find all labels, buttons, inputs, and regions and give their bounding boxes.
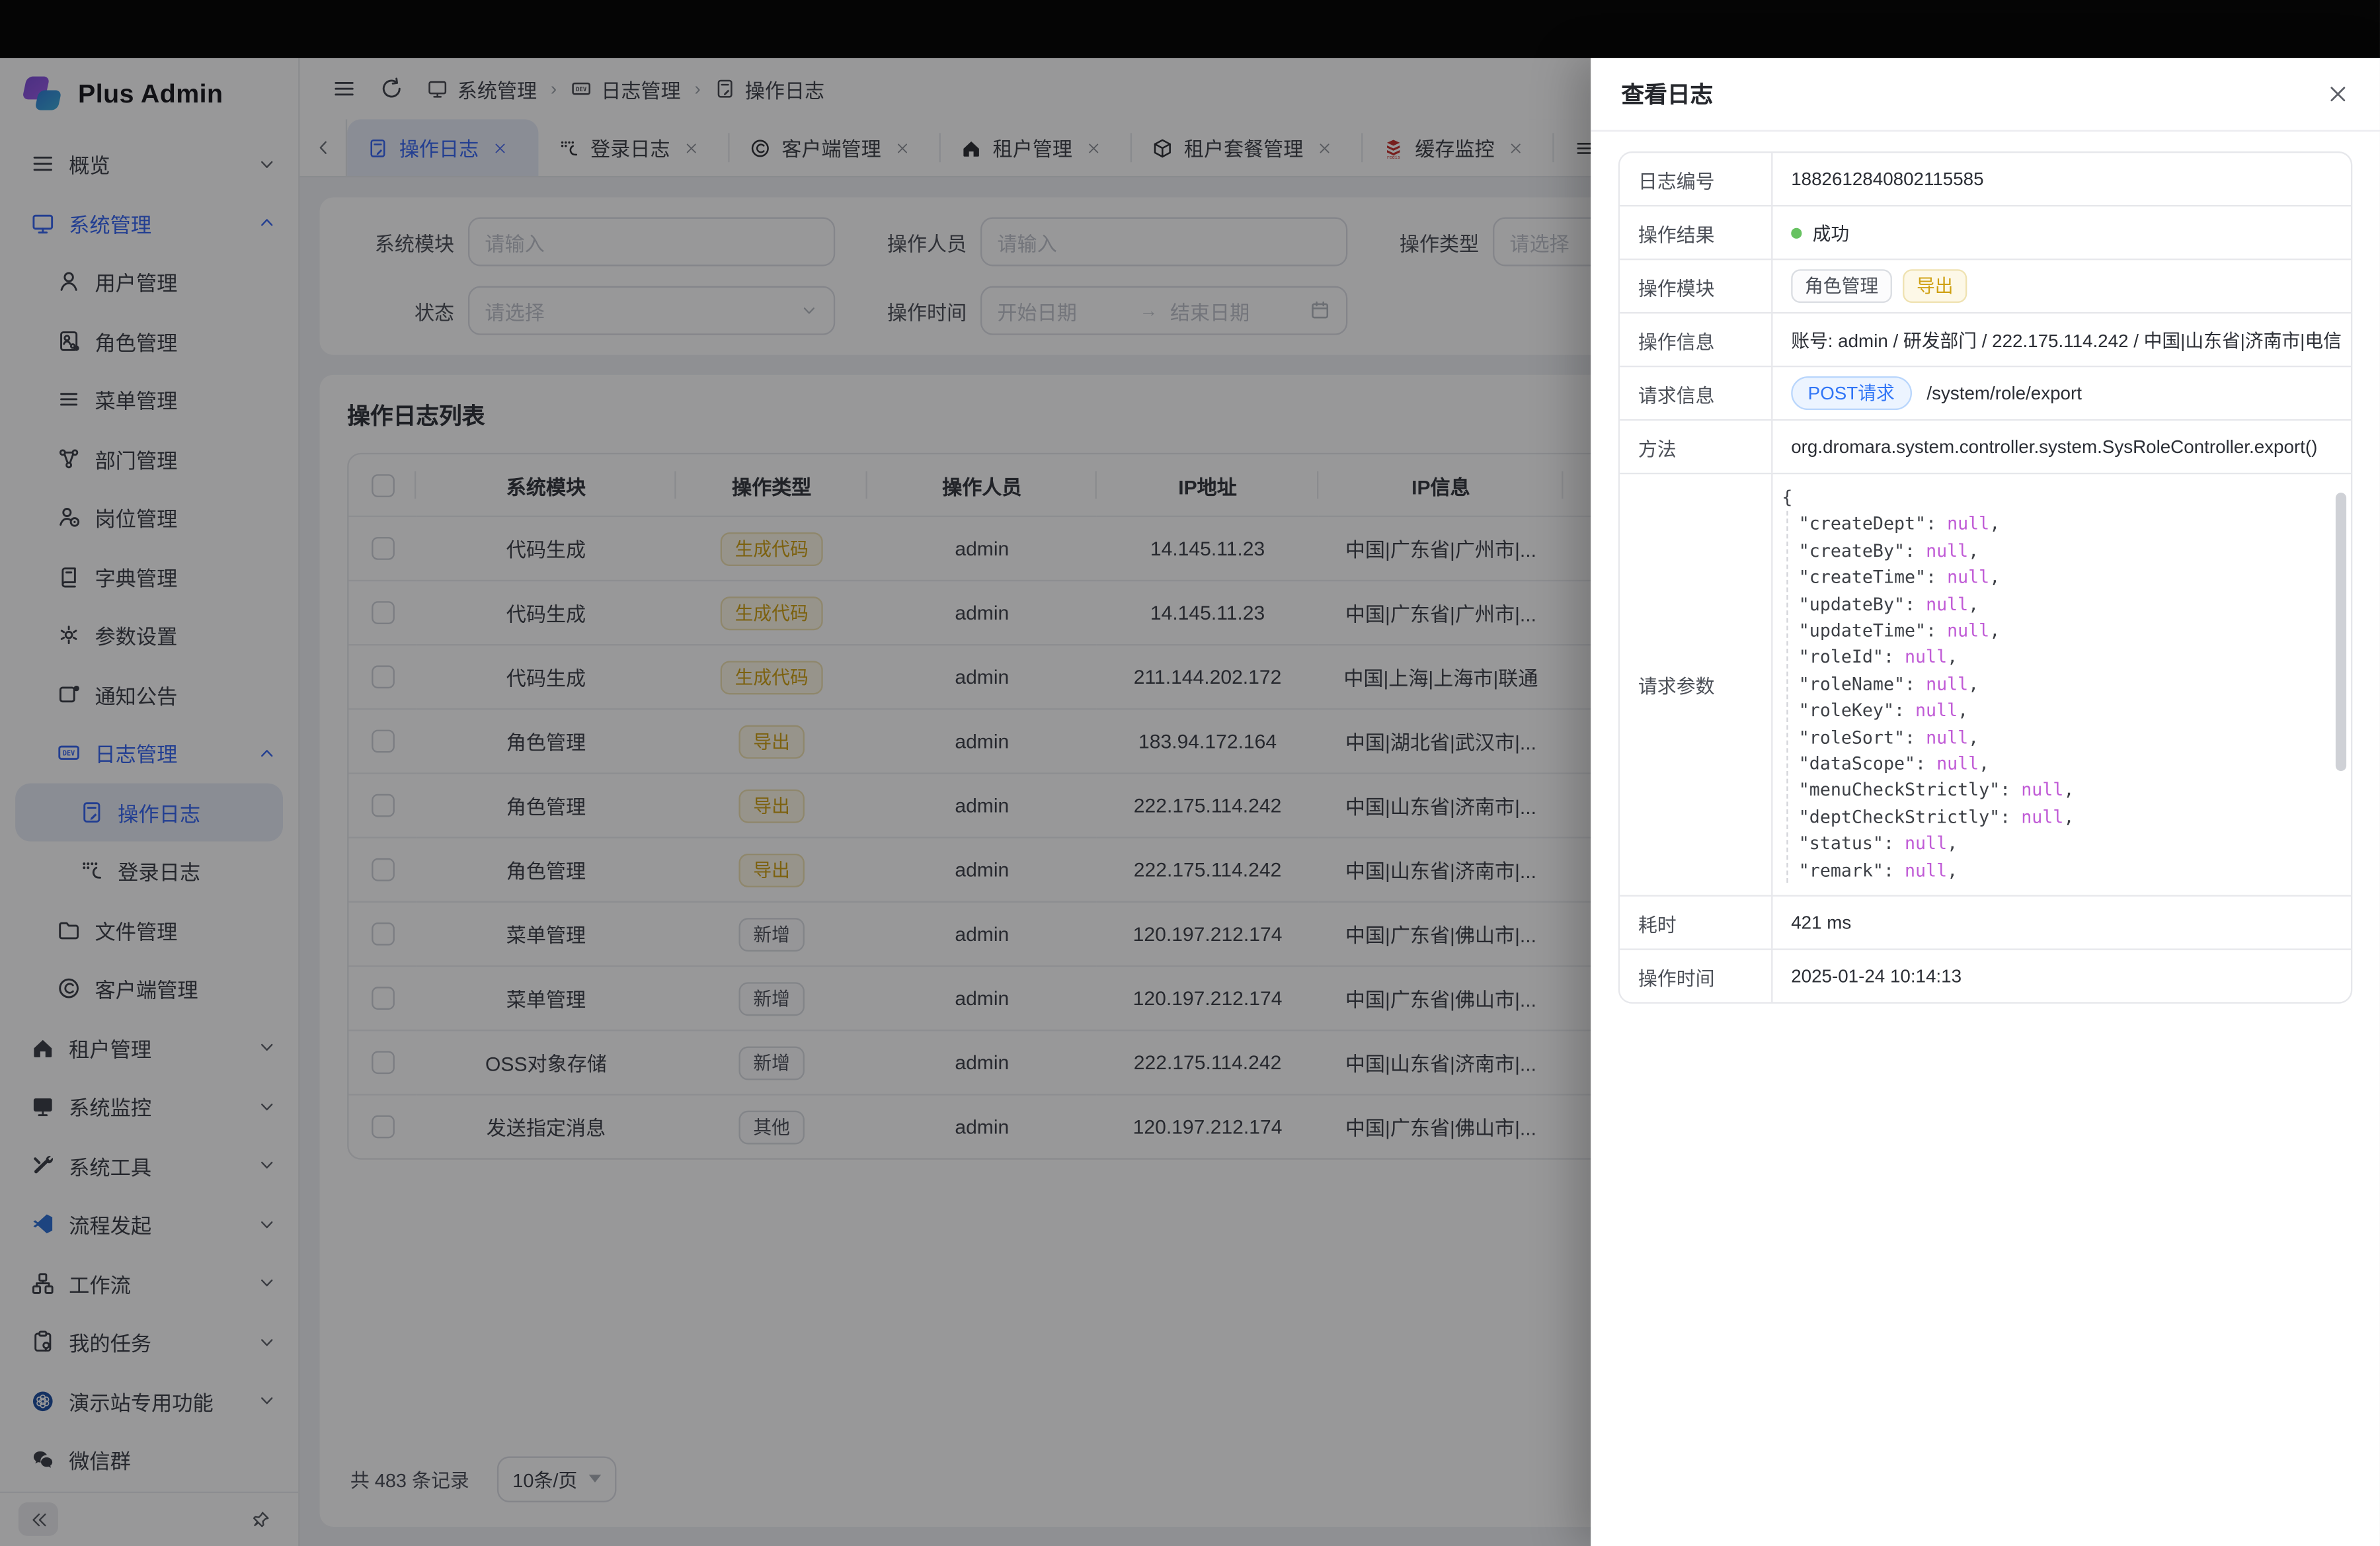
json-line: "deptCheckStrictly": null, [1776, 805, 2336, 831]
json-line: "status": null, [1776, 831, 2336, 858]
module-tag: 导出 [1903, 269, 1967, 303]
json-line: "updateBy": null, [1776, 591, 2336, 618]
module-tag: 角色管理 [1791, 269, 1892, 303]
drawer-title: 查看日志 [1621, 78, 1713, 110]
op-time-value: 2025-01-24 10:14:13 [1772, 949, 2351, 1002]
json-line: "createTime": null, [1776, 565, 2336, 591]
log-detail-table: 日志编号 1882612840802115585 操作结果 成功 操作模块 角色… [1618, 151, 2353, 1004]
json-viewer[interactable]: {"createDept": null,"createBy": null,"cr… [1772, 474, 2351, 895]
field-label: 操作模块 [1620, 259, 1772, 312]
view-log-drawer: 查看日志 日志编号 1882612840802115585 操作结果 成功 操作… [1591, 58, 2380, 1546]
system-topbar [0, 0, 2380, 58]
info-value: 账号: admin / 研发部门 / 222.175.114.242 / 中国|… [1772, 312, 2351, 366]
field-label: 操作信息 [1620, 312, 1772, 366]
json-line: "roleId": null, [1776, 645, 2336, 671]
log-id-value: 1882612840802115585 [1772, 153, 2351, 205]
field-label: 耗时 [1620, 895, 1772, 949]
params-value: {"createDept": null,"createBy": null,"cr… [1772, 473, 2351, 895]
module-value: 角色管理导出 [1772, 259, 2351, 312]
field-label: 日志编号 [1620, 153, 1772, 205]
json-line: "roleSort": null, [1776, 725, 2336, 751]
json-scrollbar-thumb[interactable] [2336, 493, 2346, 771]
close-icon[interactable] [2326, 83, 2350, 106]
field-label: 请求参数 [1620, 473, 1772, 895]
json-line: "roleName": null, [1776, 671, 2336, 698]
result-value: 成功 [1772, 205, 2351, 259]
json-line: "updateTime": null, [1776, 618, 2336, 645]
drawer-header: 查看日志 [1591, 58, 2380, 132]
screen: Plus Admin 概览系统管理用户管理角色管理菜单管理部门管理岗位管理字典管… [0, 0, 2380, 1546]
request-path: /system/role/export [1926, 382, 2082, 403]
json-line: "menuCheckStrictly": null, [1776, 778, 2336, 804]
field-label: 方法 [1620, 419, 1772, 473]
json-line: "createBy": null, [1776, 538, 2336, 565]
duration-value: 421 ms [1772, 895, 2351, 949]
json-line: "remark": null, [1776, 858, 2336, 884]
method-value: org.dromara.system.controller.system.Sys… [1772, 419, 2351, 473]
json-line: { [1776, 485, 2336, 511]
json-line: "dataScope": null, [1776, 751, 2336, 778]
field-label: 操作结果 [1620, 205, 1772, 259]
field-label: 请求信息 [1620, 366, 1772, 419]
json-line: "createDept": null, [1776, 512, 2336, 538]
json-line: "roleKey": null, [1776, 698, 2336, 725]
drawer-body: 日志编号 1882612840802115585 操作结果 成功 操作模块 角色… [1591, 132, 2380, 1024]
field-label: 操作时间 [1620, 949, 1772, 1002]
request-value: POST请求 /system/role/export [1772, 366, 2351, 419]
success-dot-icon [1791, 227, 1802, 238]
post-method-badge: POST请求 [1791, 376, 1911, 410]
